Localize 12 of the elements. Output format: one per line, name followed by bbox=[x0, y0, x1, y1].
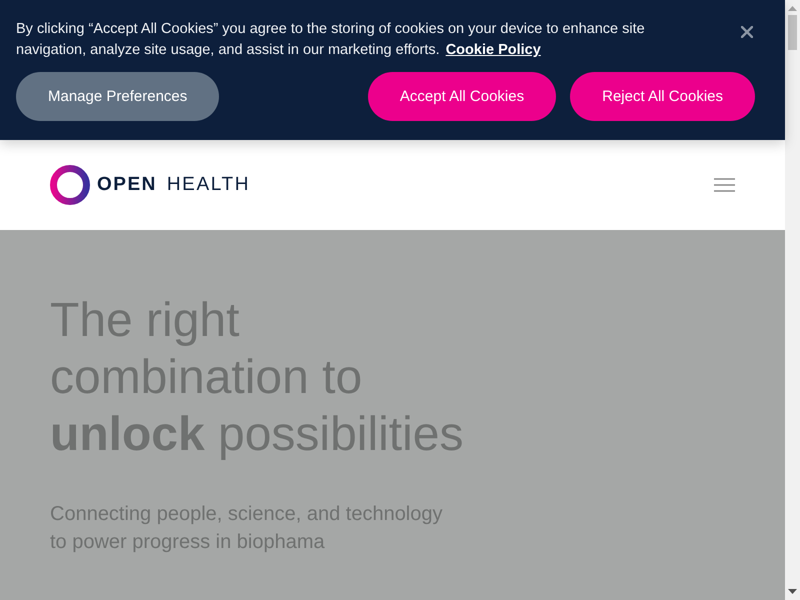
cookie-message: By clicking “Accept All Cookies” you agree to the storing of cookies on your device to enhance site navigation, analyze site usage, and assist in our marketing efforts. Cookie Policy bbox=[16, 20, 646, 60]
ring-logo-icon[interactable] bbox=[50, 165, 90, 205]
scroll-down-icon[interactable] bbox=[788, 589, 797, 594]
close-icon[interactable] bbox=[741, 26, 753, 38]
menu-icon[interactable] bbox=[714, 178, 735, 192]
cookie-choice-button[interactable]: Reject All Cookies bbox=[570, 72, 755, 121]
logo-word: HEALTH bbox=[166, 174, 250, 196]
scrollbar-thumb[interactable] bbox=[788, 15, 797, 50]
cookie-choice-button[interactable]: Accept All Cookies bbox=[368, 72, 556, 121]
preferences-button[interactable]: Manage Preferences bbox=[16, 72, 220, 121]
logo-word: OPEN bbox=[97, 174, 157, 196]
cookie-policy-link[interactable]: Cookie Policy bbox=[446, 42, 541, 58]
